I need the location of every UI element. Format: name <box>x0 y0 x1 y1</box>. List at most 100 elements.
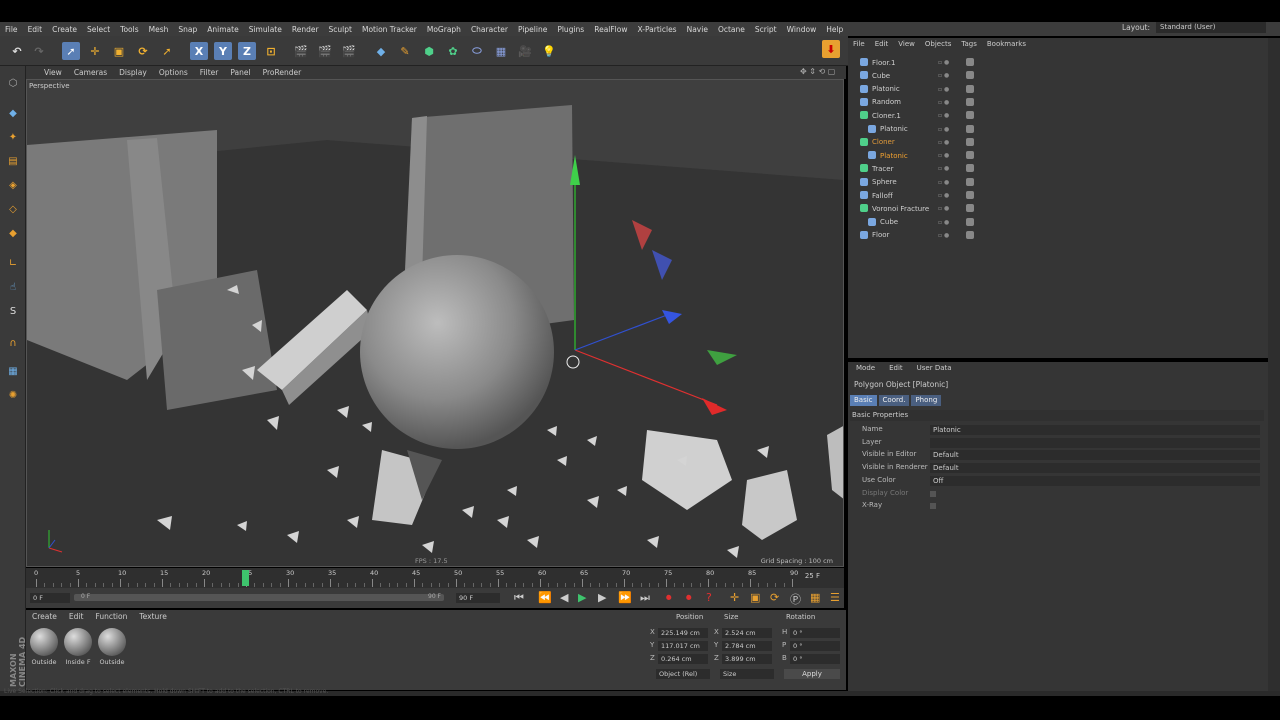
object-row[interactable]: Floor.1 ▫ ● <box>848 56 1268 69</box>
y-axis-lock-icon[interactable]: Y <box>214 42 232 60</box>
menu-create[interactable]: Create <box>47 25 82 34</box>
viewport-menu-view[interactable]: View <box>38 68 68 77</box>
recent-tool-icon[interactable]: ➚ <box>158 42 176 60</box>
prev-frame-icon[interactable]: ◀ <box>560 591 568 604</box>
mograph-icon[interactable]: ✿ <box>444 42 462 60</box>
am-menu-user-data[interactable]: User Data <box>909 364 958 375</box>
size-field[interactable]: 2.784 cm <box>722 641 772 651</box>
menu-character[interactable]: Character <box>466 25 513 34</box>
end-frame-field[interactable]: 90 F <box>456 593 500 603</box>
undo-icon[interactable]: ↶ <box>8 42 26 60</box>
object-row[interactable]: Cloner ▫ ● <box>848 136 1268 149</box>
move-tool-icon[interactable]: ✛ <box>86 42 104 60</box>
om-menu-view[interactable]: View <box>893 40 920 51</box>
menu-x-particles[interactable]: X-Particles <box>633 25 682 34</box>
key-rotate-icon[interactable]: ⟳ <box>770 591 779 604</box>
menu-plugins[interactable]: Plugins <box>552 25 589 34</box>
record-position-icon[interactable]: ⏺ <box>666 591 672 605</box>
object-row[interactable]: Cloner.1 ▫ ● <box>848 109 1268 122</box>
attr-field[interactable]: Off <box>930 475 1260 486</box>
deformer-icon[interactable]: ⬭ <box>468 42 486 60</box>
visibility-toggle-icon[interactable]: ▫ ● <box>938 192 949 199</box>
am-menu-edit[interactable]: Edit <box>881 364 909 375</box>
tab-coord[interactable]: Coord. <box>878 395 910 406</box>
menu-tools[interactable]: Tools <box>115 25 143 34</box>
tab-basic[interactable]: Basic <box>850 395 877 406</box>
next-key-icon[interactable]: ⏩ <box>618 591 632 604</box>
axis-mode-icon[interactable]: ∟ <box>4 254 22 272</box>
next-frame-icon[interactable]: ▶ <box>598 591 606 604</box>
material-menu-function[interactable]: Function <box>89 612 133 624</box>
menu-simulate[interactable]: Simulate <box>244 25 287 34</box>
object-tag-icon[interactable] <box>966 111 974 120</box>
frame-range-slider[interactable] <box>74 594 444 601</box>
redo-icon[interactable]: ↷ <box>30 42 48 60</box>
record-active-icon[interactable]: ⏺ <box>686 591 692 605</box>
pen-spline-icon[interactable]: ✎ <box>396 42 414 60</box>
visibility-toggle-icon[interactable]: ▫ ● <box>938 126 949 133</box>
object-tag-icon[interactable] <box>966 191 974 199</box>
om-menu-objects[interactable]: Objects <box>920 40 956 51</box>
play-icon[interactable]: ▶ <box>578 591 586 604</box>
object-row[interactable]: Platonic ▫ ● <box>848 83 1268 96</box>
start-frame-field[interactable]: 0 F <box>30 593 70 603</box>
menu-edit[interactable]: Edit <box>23 25 48 34</box>
viewport[interactable]: Perspective FPS : 17.5 Grid Spacing : 10… <box>26 79 844 567</box>
position-field[interactable]: 0.264 cm <box>658 654 708 664</box>
cube-object-icon[interactable]: ◆ <box>372 42 390 60</box>
visibility-toggle-icon[interactable]: ▫ ● <box>938 232 949 239</box>
visibility-toggle-icon[interactable]: ▫ ● <box>938 139 949 146</box>
am-menu-mode[interactable]: Mode <box>848 364 881 375</box>
object-row[interactable]: Tracer ▫ ● <box>848 162 1268 175</box>
menu-snap[interactable]: Snap <box>173 25 202 34</box>
floor-icon[interactable]: ▦ <box>492 42 510 60</box>
object-row[interactable]: Platonic ▫ ● <box>848 123 1268 136</box>
visibility-toggle-icon[interactable]: ▫ ● <box>938 112 949 119</box>
render-settings-icon[interactable]: 🎬 <box>340 42 358 60</box>
object-row[interactable]: Random ▫ ● <box>848 96 1268 109</box>
side-tab-strip[interactable] <box>1268 38 1280 692</box>
om-menu-bookmarks[interactable]: Bookmarks <box>982 40 1031 51</box>
om-menu-edit[interactable]: Edit <box>870 40 894 51</box>
menu-navie[interactable]: Navie <box>682 25 713 34</box>
rotation-field[interactable]: 0 ° <box>790 641 840 651</box>
object-tag-icon[interactable] <box>966 97 974 106</box>
install-icon[interactable]: ⬇ <box>822 40 840 58</box>
points-mode-icon[interactable]: ◈ <box>4 176 22 194</box>
visibility-toggle-icon[interactable]: ▫ ● <box>938 72 949 79</box>
attr-field[interactable]: Default <box>930 450 1260 461</box>
playhead[interactable] <box>242 570 249 586</box>
material-item[interactable]: Inside F <box>62 628 94 678</box>
material-item[interactable]: Outside <box>28 628 60 678</box>
menu-select[interactable]: Select <box>82 25 115 34</box>
om-menu-tags[interactable]: Tags <box>956 40 982 51</box>
material-menu-texture[interactable]: Texture <box>133 612 172 624</box>
light-icon[interactable]: 💡 <box>540 42 558 60</box>
grid-icon[interactable]: ▦ <box>4 362 22 380</box>
timeline-menu-icon[interactable]: ☰ <box>830 591 840 604</box>
object-row[interactable]: Cube ▫ ● <box>848 69 1268 82</box>
viewport-menu-options[interactable]: Options <box>153 68 194 77</box>
material-menu-create[interactable]: Create <box>26 612 63 624</box>
timeline[interactable]: 051015202530354045505560657075808590 25 … <box>26 568 844 588</box>
menu-realflow[interactable]: RealFlow <box>589 25 632 34</box>
menu-window[interactable]: Window <box>782 25 822 34</box>
scale-tool-icon[interactable]: ▣ <box>110 42 128 60</box>
visibility-toggle-icon[interactable]: ▫ ● <box>938 165 949 172</box>
viewport-menu-panel[interactable]: Panel <box>224 68 256 77</box>
visibility-toggle-icon[interactable]: ▫ ● <box>938 205 949 212</box>
menu-sculpt[interactable]: Sculpt <box>324 25 357 34</box>
sculpt-icon[interactable]: ✺ <box>4 386 22 404</box>
object-row[interactable]: Floor ▫ ● <box>848 229 1268 242</box>
goto-end-icon[interactable]: ⏭ <box>640 591 650 605</box>
model-mode-icon[interactable]: ◆ <box>4 104 22 122</box>
visibility-toggle-icon[interactable]: ▫ ● <box>938 152 949 159</box>
goto-start-icon[interactable]: ⏮ <box>514 591 524 605</box>
object-tag-icon[interactable] <box>966 151 974 160</box>
workplane-icon[interactable]: ▤ <box>4 152 22 170</box>
object-row[interactable]: Voronoi Fracture ▫ ● <box>848 202 1268 215</box>
visibility-toggle-icon[interactable]: ▫ ● <box>938 59 949 66</box>
position-field[interactable]: 117.017 cm <box>658 641 708 651</box>
menu-file[interactable]: File <box>0 25 23 34</box>
attr-field[interactable]: Default <box>930 463 1260 474</box>
